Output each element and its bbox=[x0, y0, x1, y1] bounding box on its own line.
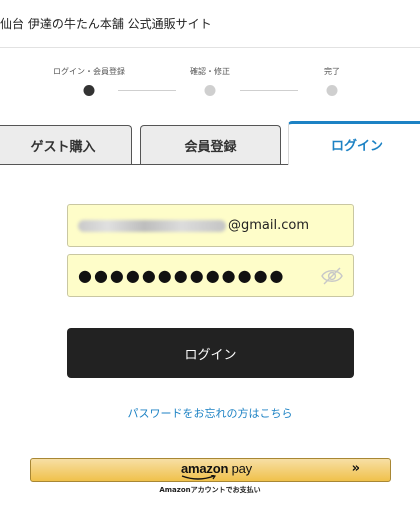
amazon-pay-logo-main: amazon bbox=[181, 461, 229, 476]
tabs-divider bbox=[0, 164, 288, 165]
email-field[interactable]: @gmail.com bbox=[67, 204, 354, 247]
eye-slash-icon[interactable] bbox=[321, 266, 343, 286]
step-dot-login bbox=[83, 85, 95, 96]
step-label-confirm: 確認・修正 bbox=[190, 67, 230, 76]
auth-tabs: ゲスト購入 会員登録 ログイン bbox=[0, 121, 420, 165]
amazon-pay-subtext: Amazonアカウントでお支払い bbox=[159, 486, 261, 494]
login-button[interactable]: ログイン bbox=[67, 328, 354, 378]
step-connector bbox=[118, 90, 176, 91]
progress-stepper: ログイン・会員登録 確認・修正 完了 bbox=[0, 48, 420, 106]
step-label-complete: 完了 bbox=[324, 67, 340, 76]
password-field[interactable]: ●●●●●●●●●●●●● bbox=[67, 254, 354, 297]
tab-member-registration[interactable]: 会員登録 bbox=[140, 125, 281, 165]
forgot-password-link[interactable]: パスワードをお忘れの方はこちら bbox=[0, 405, 420, 421]
amazon-pay-logo-pay: pay bbox=[231, 461, 253, 476]
step-label-login: ログイン・会員登録 bbox=[53, 67, 125, 76]
step-dot-complete bbox=[326, 85, 338, 96]
email-domain: @gmail.com bbox=[228, 218, 310, 233]
site-title: 仙台 伊達の牛たん本舗 公式通販サイト bbox=[0, 17, 212, 31]
tab-guest-purchase[interactable]: ゲスト購入 bbox=[0, 125, 132, 165]
password-mask: ●●●●●●●●●●●●● bbox=[78, 266, 286, 285]
email-local-part-redacted bbox=[78, 219, 226, 232]
site-header: 仙台 伊達の牛たん本舗 公式通販サイト bbox=[0, 0, 420, 48]
amazon-smile-icon bbox=[181, 475, 216, 480]
step-dot-confirm bbox=[204, 85, 216, 96]
amazon-pay-logo: amazon pay bbox=[181, 461, 252, 476]
tab-login[interactable]: ログイン bbox=[288, 121, 420, 165]
chevron-double-right-icon: » bbox=[351, 461, 360, 476]
amazon-pay-button[interactable]: amazon pay » bbox=[30, 458, 391, 482]
step-connector bbox=[240, 90, 298, 91]
